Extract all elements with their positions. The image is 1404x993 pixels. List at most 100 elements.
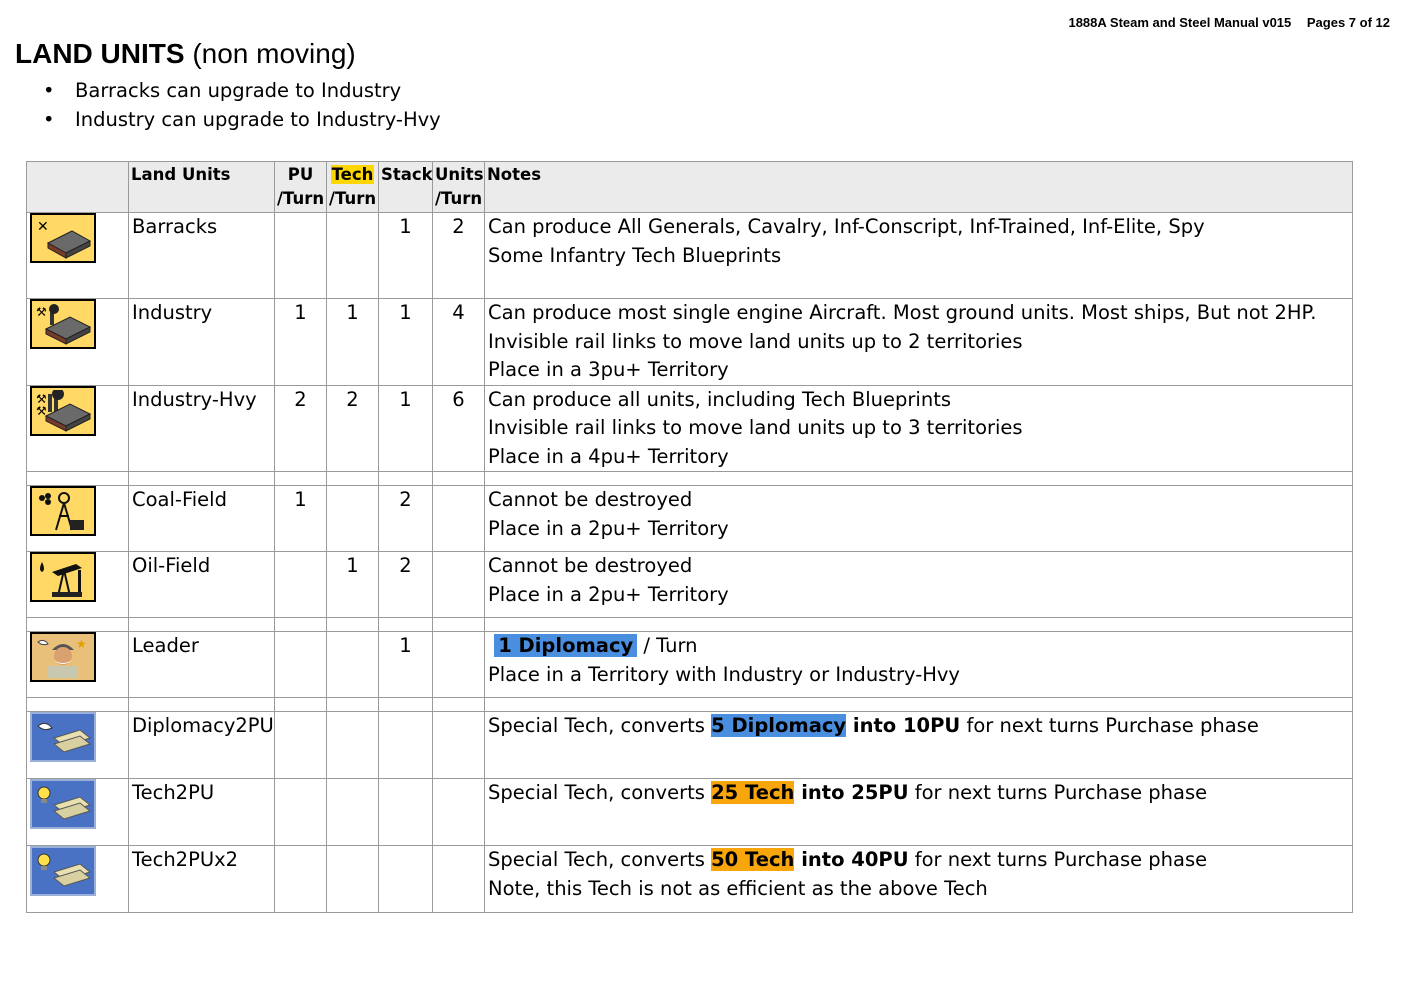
stack-cell	[378, 845, 433, 913]
upgrade-list: Barracks can upgrade to Industry Industr…	[40, 78, 441, 136]
unit-name: Industry	[128, 298, 275, 386]
page-indicator: Pages 7 of 12	[1306, 15, 1390, 30]
header-icon	[26, 161, 129, 213]
pu-cell: 2	[274, 384, 327, 472]
table-row: Tech2PUx2 Special Tech, converts 50 Tech…	[26, 845, 1353, 913]
pu-cell	[274, 778, 327, 846]
stack-cell	[378, 711, 433, 779]
section-title-sub: (non moving)	[192, 38, 356, 69]
table-row: ⚒ ⚒ Industry-Hvy 2 2 1 6 Can produce all …	[26, 384, 1353, 472]
header-notes: Notes	[484, 161, 1353, 213]
section-title: LAND UNITS (non moving)	[15, 38, 356, 70]
unit-name: Tech2PUx2	[128, 845, 275, 913]
table-spacer	[26, 471, 1353, 486]
header-pu: PU/Turn	[274, 161, 327, 213]
notes-cell: Cannot be destroyed Place in a 2pu+ Terri…	[484, 551, 1353, 618]
header-land-units: Land Units	[128, 161, 275, 213]
table-row: ★ Leader 1 1 Diplomacy / Turn Place in a …	[26, 631, 1353, 698]
section-title-main: LAND UNITS	[15, 38, 185, 69]
stack-cell: 1	[378, 384, 433, 472]
industry-icon: ⚒	[30, 299, 96, 349]
notes-cell: Can produce most single engine Aircraft.…	[484, 298, 1353, 386]
stack-cell: 2	[378, 551, 433, 618]
unit-name: Barracks	[128, 212, 275, 299]
stack-cell: 1	[378, 298, 433, 386]
svg-text:✕: ✕	[37, 219, 49, 235]
manual-title: 1888A Steam and Steel Manual v015	[1068, 15, 1292, 30]
notes-cell: Special Tech, converts 50 Tech into 40PU…	[484, 845, 1353, 913]
units-cell	[432, 711, 485, 779]
tech-cell	[326, 485, 379, 552]
diplomacy-highlight: 1 Diplomacy	[494, 634, 638, 657]
units-cell	[432, 551, 485, 618]
barracks-icon: ✕	[30, 213, 96, 263]
notes-cell: 1 Diplomacy / Turn Place in a Territory w…	[484, 631, 1353, 698]
pu-cell	[274, 212, 327, 299]
stack-cell	[378, 778, 433, 846]
document-header: 1888A Steam and Steel Manual v015 Pages …	[1068, 15, 1390, 30]
notes-cell: Cannot be destroyed Place in a 2pu+ Terri…	[484, 485, 1353, 552]
unit-name: Oil-Field	[128, 551, 275, 618]
pu-cell: 1	[274, 485, 327, 552]
tech-card-icon	[30, 846, 96, 896]
pu-cell	[274, 631, 327, 698]
oil-field-icon	[30, 552, 96, 602]
pu-cell	[274, 845, 327, 913]
notes-cell: Can produce all units, including Tech Bl…	[484, 384, 1353, 472]
table-row: ⚒ Industry 1 1 1 4 Can produce most sing…	[26, 298, 1353, 386]
notes-cell: Special Tech, converts 5 Diplomacy into …	[484, 711, 1353, 779]
units-cell: 6	[432, 384, 485, 472]
table-row: Oil-Field 1 2 Cannot be destroyed Place i…	[26, 551, 1353, 618]
units-cell: 4	[432, 298, 485, 386]
table-row: ✕ Barracks 1 2 Can produce All Generals,…	[26, 212, 1353, 299]
tech-cell	[326, 631, 379, 698]
table-row: Coal-Field 1 2 Cannot be destroyed Place …	[26, 485, 1353, 552]
tech-cell	[326, 212, 379, 299]
tech-cell: 1	[326, 551, 379, 618]
tech-highlight: 25 Tech	[711, 781, 795, 804]
svg-text:★: ★	[76, 637, 87, 651]
notes-cell: Can produce All Generals, Cavalry, Inf-C…	[484, 212, 1353, 299]
header-tech: Tech/Turn	[326, 161, 379, 213]
unit-name: Coal-Field	[128, 485, 275, 552]
stack-cell: 1	[378, 631, 433, 698]
pu-cell	[274, 711, 327, 779]
unit-name: Leader	[128, 631, 275, 698]
land-units-table: Land Units PU/Turn Tech/Turn Stack Units…	[26, 161, 1353, 913]
units-cell	[432, 485, 485, 552]
units-cell	[432, 631, 485, 698]
tech-cell: 2	[326, 384, 379, 472]
table-spacer	[26, 697, 1353, 712]
tech-cell	[326, 845, 379, 913]
diplomacy-card-icon	[30, 712, 96, 762]
tech-cell	[326, 711, 379, 779]
units-cell: 2	[432, 212, 485, 299]
table-row: Diplomacy2PU Special Tech, converts 5 Di…	[26, 711, 1353, 779]
pu-cell	[274, 551, 327, 618]
stack-cell: 2	[378, 485, 433, 552]
pu-cell: 1	[274, 298, 327, 386]
unit-name: Industry-Hvy	[128, 384, 275, 472]
tech-highlight: 50 Tech	[711, 848, 795, 871]
tech-cell	[326, 778, 379, 846]
tech-card-icon	[30, 779, 96, 829]
notes-cell: Special Tech, converts 25 Tech into 25PU…	[484, 778, 1353, 846]
header-stack: Stack	[378, 161, 433, 213]
industry-hvy-icon: ⚒ ⚒	[30, 385, 96, 436]
unit-name: Tech2PU	[128, 778, 275, 846]
units-cell	[432, 845, 485, 913]
list-item: Industry can upgrade to Industry-Hvy	[40, 107, 441, 136]
list-item: Barracks can upgrade to Industry	[40, 78, 441, 107]
coal-field-icon	[30, 486, 96, 536]
leader-icon: ★	[30, 632, 96, 682]
tech-cell: 1	[326, 298, 379, 386]
diplomacy-highlight: 5 Diplomacy	[711, 714, 847, 737]
units-cell	[432, 778, 485, 846]
table-spacer	[26, 617, 1353, 632]
table-row: Tech2PU Special Tech, converts 25 Tech i…	[26, 778, 1353, 846]
stack-cell: 1	[378, 212, 433, 299]
svg-text:⚒: ⚒	[36, 305, 47, 319]
table-header-row: Land Units PU/Turn Tech/Turn Stack Units…	[26, 161, 1353, 213]
header-units: Units/Turn	[432, 161, 485, 213]
unit-name: Diplomacy2PU	[128, 711, 275, 779]
